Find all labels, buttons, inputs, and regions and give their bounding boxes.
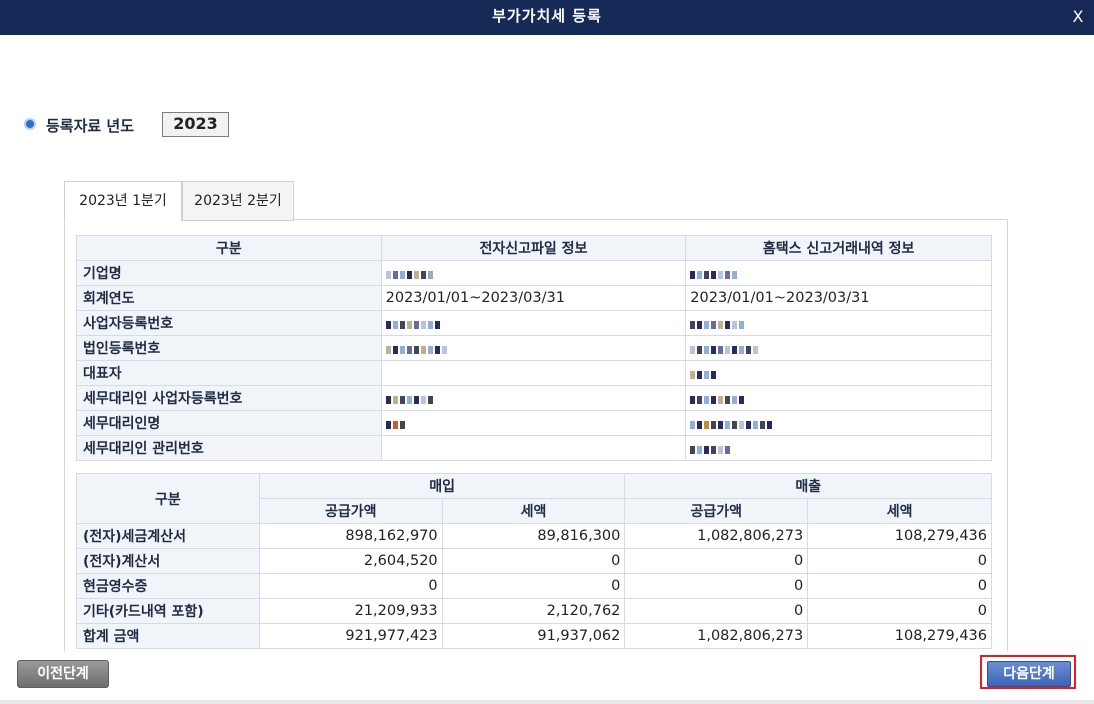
file-value: 2023/01/01~2023/03/31 (380, 285, 687, 311)
year-field[interactable]: 2023 (162, 112, 229, 137)
row-label: 세무대리인명 (76, 410, 382, 436)
table-row: 세무대리인 사업자등록번호 (76, 385, 992, 411)
hometax-value: 2023/01/01~2023/03/31 (685, 285, 992, 311)
info-table: 구분 전자신고파일 정보 홈택스 신고거래내역 정보 기업명 회계연도 2023… (76, 235, 992, 461)
redacted-value (685, 260, 992, 286)
redacted-value (685, 385, 992, 411)
row-label: 법인등록번호 (76, 335, 382, 361)
amount-table: 구분 매입 매출 공급가액 세액 공급가액 세액 (전자)세금계산서 898,1… (76, 473, 992, 649)
window-title: 부가가치세 등록 (492, 7, 602, 25)
sales-tax: 0 (807, 573, 992, 599)
purchase-supply: 921,977,423 (258, 623, 443, 649)
row-label: 기타(카드내역 포함) (76, 598, 260, 624)
purchase-supply: 898,162,970 (258, 523, 443, 549)
redacted-value (685, 335, 992, 361)
header-purchase: 매입 (258, 473, 626, 499)
row-label: 합계 금액 (76, 623, 260, 649)
purchase-tax: 2,120,762 (441, 598, 626, 624)
row-label: (전자)계산서 (76, 548, 260, 574)
row-label: 현금영수증 (76, 573, 260, 599)
sales-supply: 1,082,806,273 (624, 523, 809, 549)
info-header-category: 구분 (76, 235, 382, 261)
table-row: 법인등록번호 (76, 335, 992, 361)
redacted-value (685, 310, 992, 336)
empty-value (380, 435, 687, 461)
table-row: (전자)계산서 2,604,520 0 0 0 (76, 548, 992, 574)
table-row: 세무대리인 관리번호 (76, 435, 992, 461)
redacted-value (380, 335, 687, 361)
purchase-tax: 0 (441, 548, 626, 574)
table-row: 사업자등록번호 (76, 310, 992, 336)
info-header-hometax: 홈택스 신고거래내역 정보 (685, 235, 992, 261)
info-header-file: 전자신고파일 정보 (380, 235, 687, 261)
sales-tax: 108,279,436 (807, 523, 992, 549)
tab-2023-q2[interactable]: 2023년 2분기 (182, 181, 294, 221)
purchase-tax: 91,937,062 (441, 623, 626, 649)
redacted-value (380, 260, 687, 286)
row-label: 세무대리인 관리번호 (76, 435, 382, 461)
next-step-highlight: 다음단계 (980, 655, 1076, 689)
redacted-value (685, 410, 992, 436)
bullet-icon (26, 120, 34, 128)
purchase-supply: 0 (258, 573, 443, 599)
table-row: (전자)세금계산서 898,162,970 89,816,300 1,082,8… (76, 523, 992, 549)
row-label: 회계연도 (76, 285, 382, 311)
sales-supply: 1,082,806,273 (624, 623, 809, 649)
table-row: 기업명 (76, 260, 992, 286)
header-purchase-supply: 공급가액 (258, 498, 443, 524)
purchase-tax: 0 (441, 573, 626, 599)
title-bar: 부가가치세 등록 X (0, 0, 1094, 35)
row-label: 사업자등록번호 (76, 310, 382, 336)
sales-supply: 0 (624, 598, 809, 624)
purchase-tax: 89,816,300 (441, 523, 626, 549)
purchase-supply: 21,209,933 (258, 598, 443, 624)
redacted-value (380, 410, 687, 436)
redacted-value (685, 360, 992, 386)
sales-tax: 108,279,436 (807, 623, 992, 649)
row-label: 대표자 (76, 360, 382, 386)
table-row: 기타(카드내역 포함) 21,209,933 2,120,762 0 0 (76, 598, 992, 624)
table-row: 현금영수증 0 0 0 0 (76, 573, 992, 599)
row-label: 기업명 (76, 260, 382, 286)
row-label: (전자)세금계산서 (76, 523, 260, 549)
sales-supply: 0 (624, 548, 809, 574)
header-sales-supply: 공급가액 (624, 498, 809, 524)
table-row: 회계연도 2023/01/01~2023/03/31 2023/01/01~20… (76, 285, 992, 311)
sales-tax: 0 (807, 548, 992, 574)
redacted-value (380, 310, 687, 336)
tab-2023-q1[interactable]: 2023년 1분기 (64, 181, 182, 222)
sales-supply: 0 (624, 573, 809, 599)
header-sales-tax: 세액 (807, 498, 992, 524)
amount-header-category: 구분 (76, 473, 260, 524)
redacted-value (685, 435, 992, 461)
table-row: 세무대리인명 (76, 410, 992, 436)
next-step-button[interactable]: 다음단계 (987, 661, 1071, 687)
table-row: 대표자 (76, 360, 992, 386)
purchase-supply: 2,604,520 (258, 548, 443, 574)
prev-step-button[interactable]: 이전단계 (17, 660, 109, 688)
year-label: 등록자료 년도 (46, 117, 135, 135)
header-sales: 매출 (624, 473, 992, 499)
sales-tax: 0 (807, 598, 992, 624)
empty-value (380, 360, 687, 386)
row-label: 세무대리인 사업자등록번호 (76, 385, 382, 411)
header-purchase-tax: 세액 (441, 498, 626, 524)
table-row-total: 합계 금액 921,977,423 91,937,062 1,082,806,2… (76, 623, 992, 649)
close-button[interactable]: X (1068, 4, 1088, 30)
bottom-edge (0, 700, 1094, 704)
redacted-value (380, 385, 687, 411)
